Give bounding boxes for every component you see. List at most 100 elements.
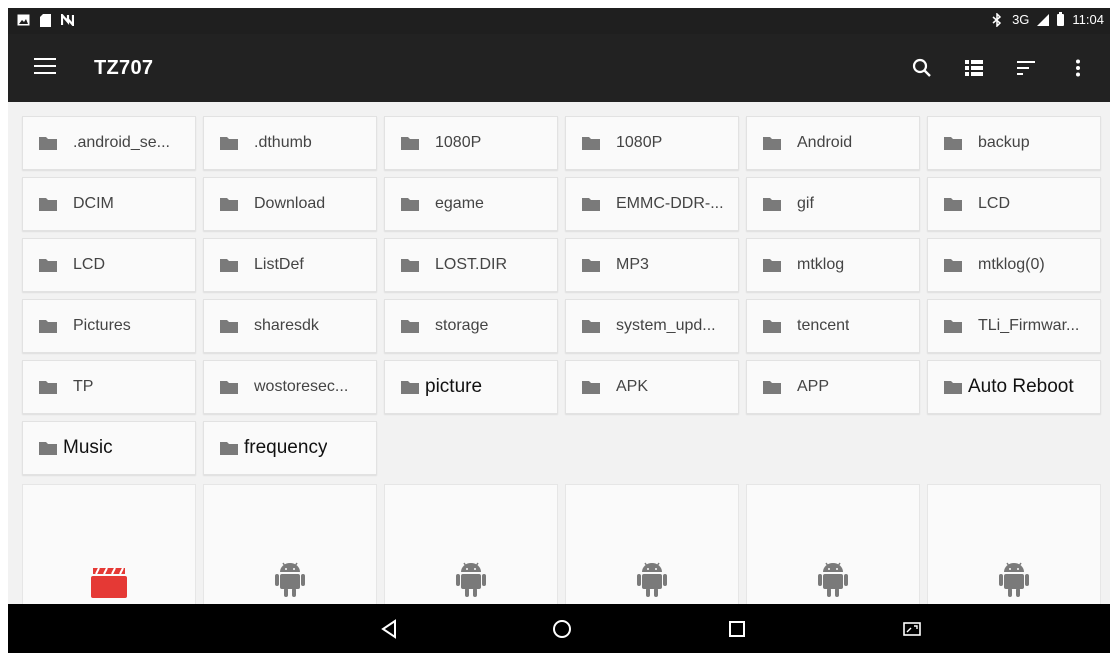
folder-icon (944, 319, 962, 333)
network-type: 3G (1012, 12, 1030, 27)
folder-icon (220, 136, 238, 150)
folder-item[interactable]: mtklog(0) (927, 238, 1101, 292)
folder-icon (401, 136, 419, 150)
folder-item[interactable]: LCD (22, 238, 196, 292)
file-thumbnail[interactable] (203, 484, 377, 616)
screenshot-icon[interactable] (899, 616, 925, 642)
folder-item[interactable]: system_upd... (565, 299, 739, 353)
folder-icon (39, 197, 57, 211)
folder-name: TLi_Firmwar... (978, 317, 1080, 334)
navigation-bar (8, 604, 1110, 653)
folder-item[interactable]: EMMC-DDR-... (565, 177, 739, 231)
folder-item[interactable]: wostoresec... (203, 360, 377, 414)
android-icon (274, 562, 306, 603)
folder-item[interactable]: picture (384, 360, 558, 414)
folder-item[interactable]: backup (927, 116, 1101, 170)
folder-item[interactable]: 1080P (384, 116, 558, 170)
more-icon[interactable] (1064, 54, 1092, 82)
folder-item[interactable]: TLi_Firmwar... (927, 299, 1101, 353)
folder-item[interactable]: tencent (746, 299, 920, 353)
folder-name: Music (63, 437, 113, 458)
file-thumbnail[interactable] (384, 484, 558, 616)
folder-name: picture (425, 376, 483, 397)
folder-name: .android_se... (73, 134, 170, 151)
sort-icon[interactable] (1012, 54, 1040, 82)
folder-name: APK (616, 378, 649, 395)
file-thumbnail[interactable] (927, 484, 1101, 616)
nfc-icon (60, 13, 74, 27)
file-thumbnail[interactable] (22, 484, 196, 616)
sd-card-icon (38, 13, 52, 27)
folder-item[interactable]: 1080P (565, 116, 739, 170)
folder-item[interactable]: Auto Reboot (927, 360, 1101, 414)
folder-icon (944, 258, 962, 272)
bluetooth-icon (990, 12, 1004, 27)
folder-name: Pictures (73, 317, 131, 334)
file-thumbnail[interactable] (565, 484, 739, 616)
folder-name: backup (978, 134, 1030, 151)
screen: 3G 11:04 TZ707 .android_se... .dthumb 1080… (8, 8, 1110, 653)
folder-icon (401, 380, 419, 394)
folder-item[interactable]: Download (203, 177, 377, 231)
folder-icon (401, 197, 419, 211)
android-icon (998, 562, 1030, 603)
folder-name: Auto Reboot (968, 376, 1074, 397)
folder-name: sharesdk (254, 317, 319, 334)
folder-item[interactable]: LCD (927, 177, 1101, 231)
folder-item[interactable]: Pictures (22, 299, 196, 353)
app-toolbar: TZ707 (8, 34, 1110, 102)
folder-item[interactable]: .android_se... (22, 116, 196, 170)
folder-item[interactable]: frequency (203, 421, 377, 475)
folder-item[interactable]: egame (384, 177, 558, 231)
folder-name: Download (254, 195, 326, 212)
back-icon[interactable] (376, 616, 402, 642)
home-icon[interactable] (549, 616, 575, 642)
folder-icon (220, 319, 238, 333)
folder-name: 1080P (435, 134, 482, 151)
folder-name: mtklog (797, 256, 845, 273)
folder-name: system_upd... (616, 317, 716, 334)
folder-item[interactable]: sharesdk (203, 299, 377, 353)
folder-icon (220, 441, 238, 455)
folder-icon (401, 258, 419, 272)
search-icon[interactable] (908, 54, 936, 82)
folder-icon (582, 258, 600, 272)
folder-icon (39, 441, 57, 455)
battery-icon (1057, 11, 1065, 26)
folder-icon (944, 136, 962, 150)
folder-icon (39, 319, 57, 333)
android-icon (455, 562, 487, 603)
folder-icon (582, 197, 600, 211)
folder-item[interactable]: DCIM (22, 177, 196, 231)
folder-icon (763, 197, 781, 211)
folder-item[interactable]: Music (22, 421, 196, 475)
recent-apps-icon[interactable] (724, 616, 750, 642)
folder-icon (39, 380, 57, 394)
folder-icon (39, 258, 57, 272)
folder-icon (582, 319, 600, 333)
list-view-icon[interactable] (960, 54, 988, 82)
folder-name: gif (797, 195, 814, 212)
folder-item[interactable]: MP3 (565, 238, 739, 292)
folder-icon (763, 136, 781, 150)
folder-item[interactable]: APP (746, 360, 920, 414)
folder-name: tencent (797, 317, 850, 334)
folder-icon (582, 380, 600, 394)
folder-name: mtklog(0) (978, 256, 1045, 273)
folder-item[interactable]: Android (746, 116, 920, 170)
folder-item[interactable]: storage (384, 299, 558, 353)
folder-item[interactable]: gif (746, 177, 920, 231)
folder-icon (401, 319, 419, 333)
folder-icon (39, 136, 57, 150)
folder-icon (763, 258, 781, 272)
folder-item[interactable]: mtklog (746, 238, 920, 292)
folder-name: storage (435, 317, 489, 334)
folder-item[interactable]: APK (565, 360, 739, 414)
folder-item[interactable]: LOST.DIR (384, 238, 558, 292)
file-thumbnail[interactable] (746, 484, 920, 616)
folder-item[interactable]: ListDef (203, 238, 377, 292)
folder-name: DCIM (73, 195, 114, 212)
hamburger-menu-icon[interactable] (34, 58, 56, 76)
folder-item[interactable]: TP (22, 360, 196, 414)
folder-item[interactable]: .dthumb (203, 116, 377, 170)
